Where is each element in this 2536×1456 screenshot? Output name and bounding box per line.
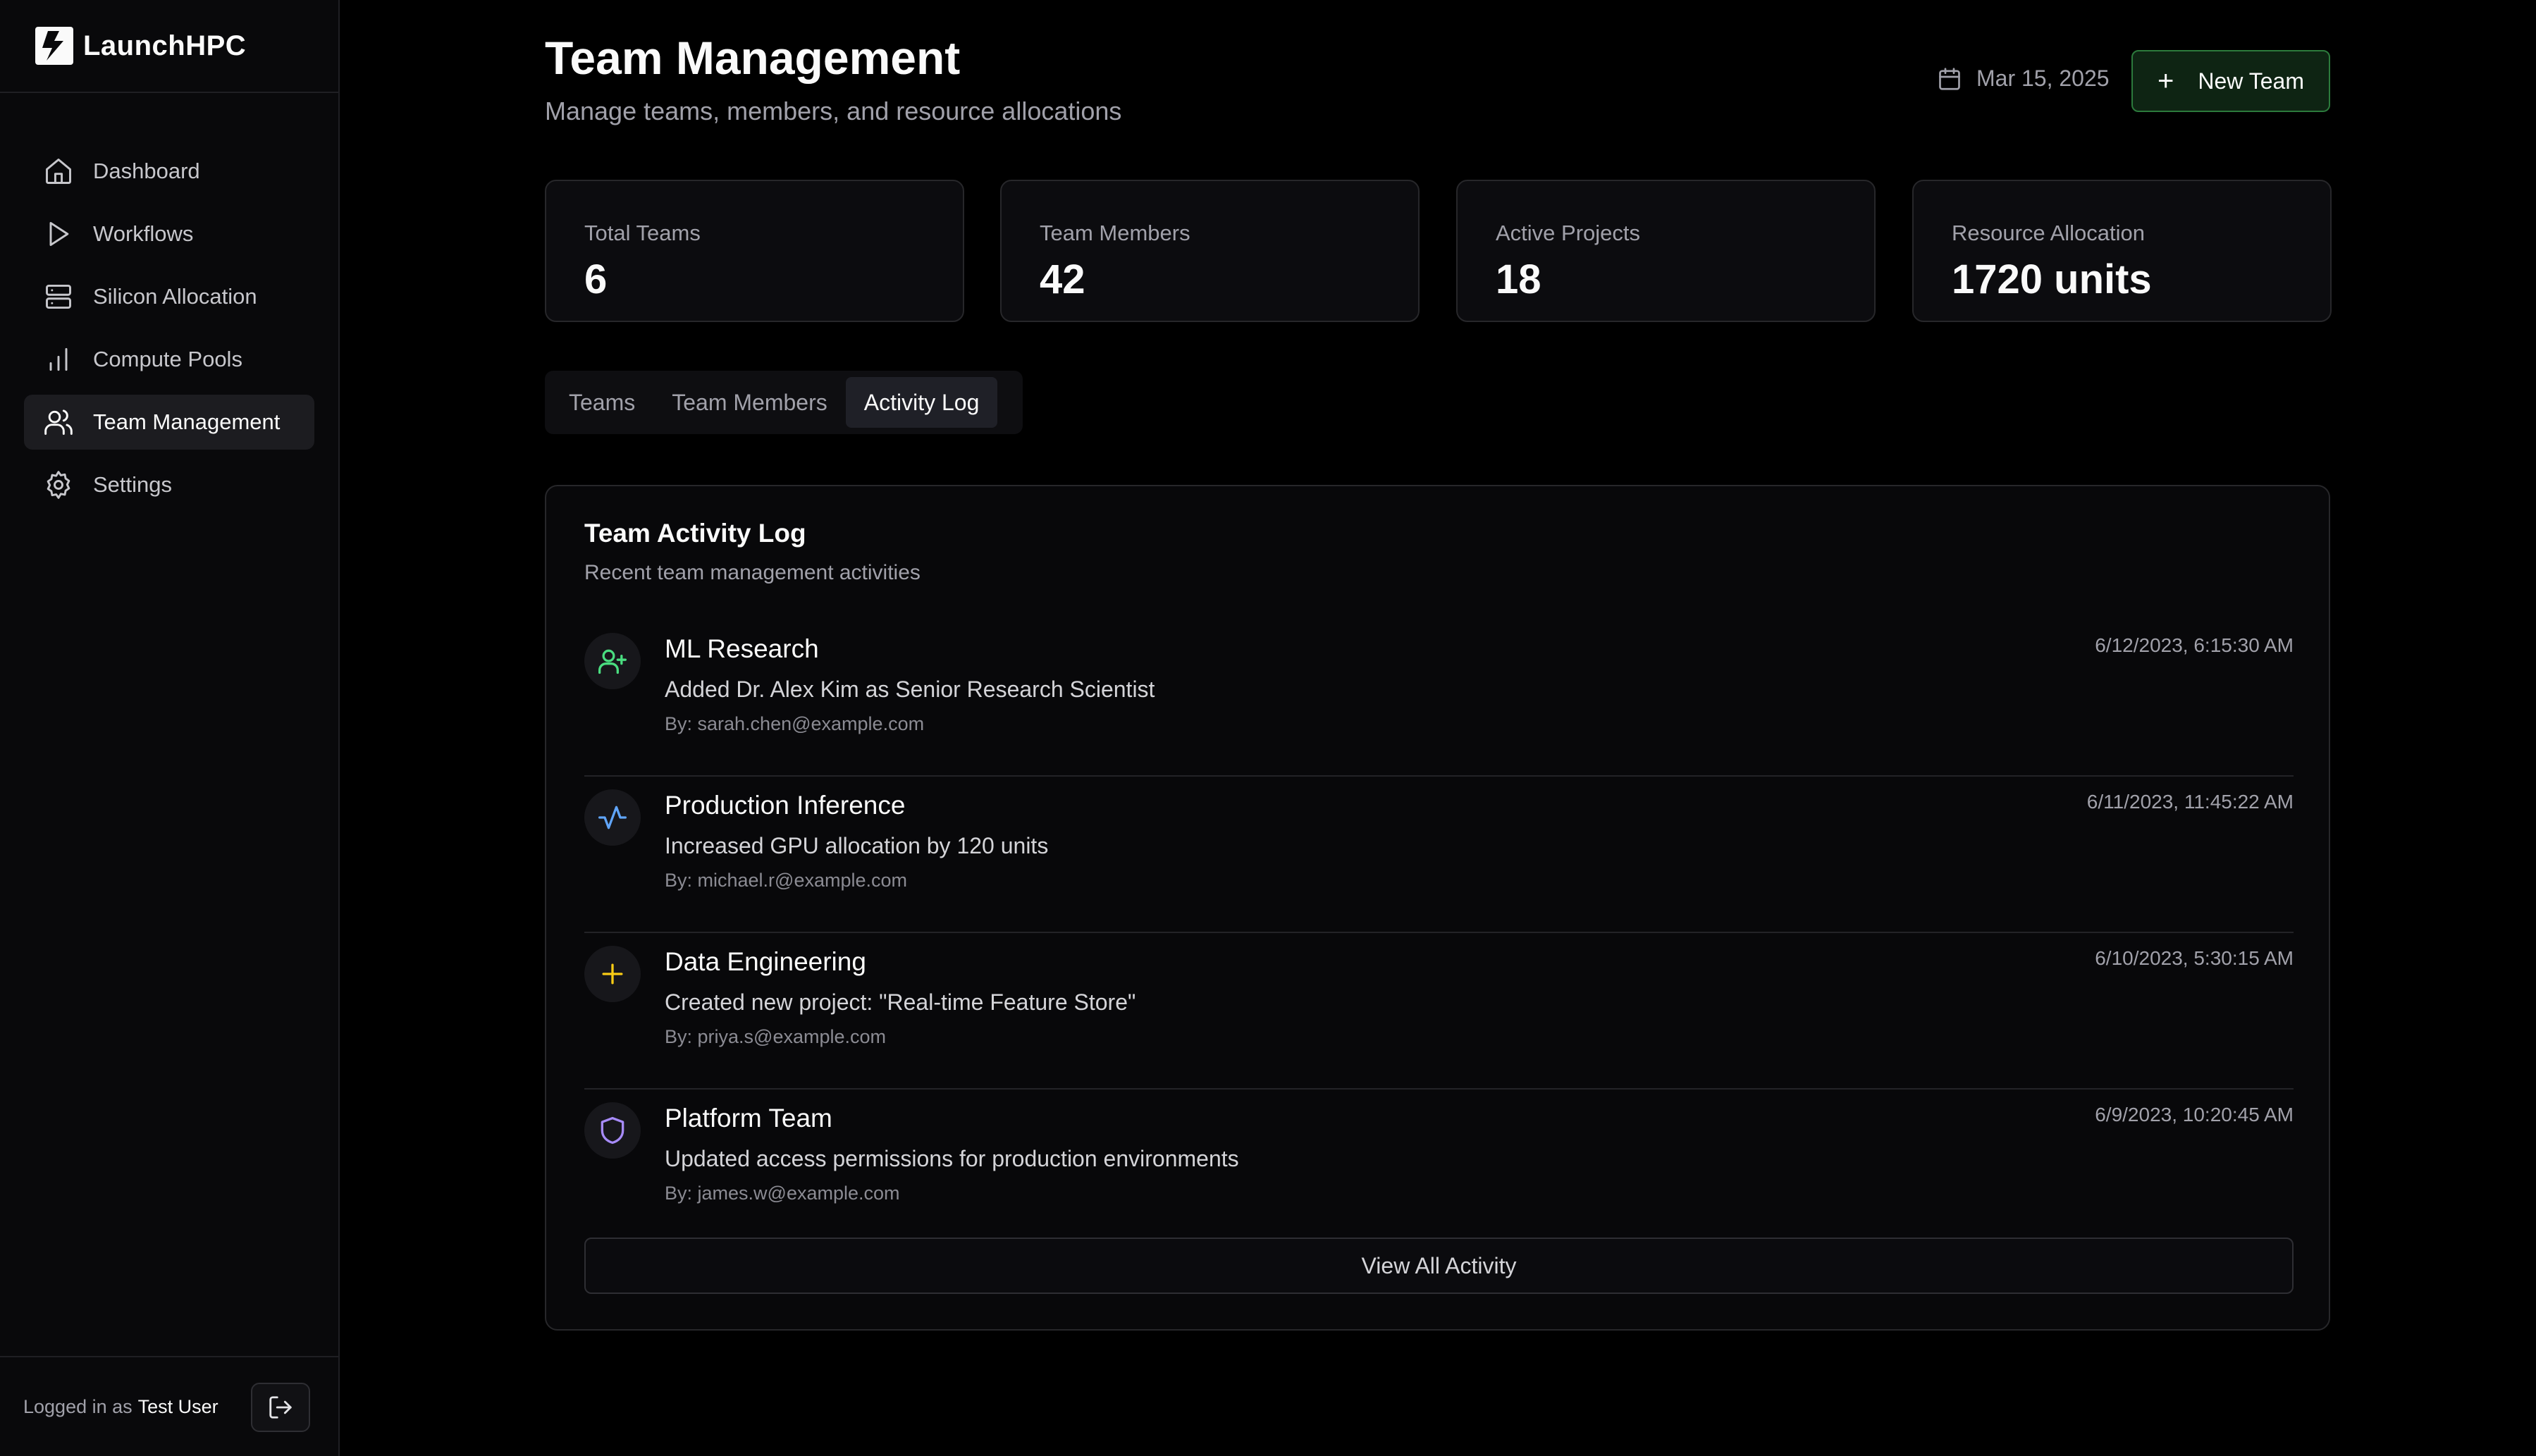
sidebar-item-dashboard[interactable]: Dashboard — [24, 144, 314, 199]
stat-label: Resource Allocation — [1952, 221, 2145, 245]
user-plus-icon — [598, 649, 627, 674]
sidebar-item-silicon-allocation[interactable]: Silicon Allocation — [24, 269, 314, 324]
sidebar-item-label: Workflows — [93, 221, 194, 246]
sidebar-item-label: Settings — [93, 472, 173, 497]
date-text: Mar 15, 2025 — [1976, 66, 2110, 91]
activity-avatar — [584, 1102, 641, 1159]
server-icon — [42, 280, 75, 313]
stat-value: 6 — [584, 257, 608, 302]
activity-author: By: james.w@example.com — [665, 1183, 900, 1204]
bar-chart-icon — [42, 343, 75, 376]
activity-log-title: Team Activity Log — [584, 519, 806, 548]
stat-card-team-members: Team Members 42 — [1000, 180, 1420, 322]
activity-timestamp: 6/9/2023, 10:20:45 AM — [2095, 1104, 2294, 1125]
sidebar: LaunchHPC Dashboard Workflows Silicon Al… — [0, 0, 340, 1456]
activity-timestamp: 6/10/2023, 5:30:15 AM — [2095, 947, 2294, 969]
activity-item[interactable]: Platform Team Updated access permissions… — [584, 1090, 2294, 1246]
logged-in-text: Logged in as Test User — [23, 1396, 218, 1418]
activity-avatar — [584, 946, 641, 1002]
activity-description: Updated access permissions for productio… — [665, 1146, 1239, 1171]
home-icon — [42, 155, 75, 187]
tab-bar: Teams Team Members Activity Log — [545, 371, 1023, 434]
launchhpc-logo-icon — [35, 27, 73, 65]
activity-avatar — [584, 633, 641, 689]
activity-description: Increased GPU allocation by 120 units — [665, 833, 1049, 858]
brand[interactable]: LaunchHPC — [0, 0, 338, 93]
tab-teams[interactable]: Teams — [550, 377, 653, 428]
activity-description: Created new project: "Real-time Feature … — [665, 989, 1136, 1015]
plus-icon: + — [2158, 66, 2174, 97]
sidebar-nav: Dashboard Workflows Silicon Allocation C… — [24, 144, 314, 520]
stat-card-active-projects: Active Projects 18 — [1456, 180, 1876, 322]
activity-timestamp: 6/11/2023, 11:45:22 AM — [2086, 791, 2294, 813]
logout-button[interactable] — [251, 1383, 310, 1432]
new-team-label: New Team — [2198, 68, 2304, 94]
brand-name: LaunchHPC — [83, 30, 247, 61]
shield-icon — [601, 1116, 624, 1145]
page-title: Team Management — [545, 32, 961, 84]
logged-in-user: Test User — [137, 1395, 218, 1417]
sidebar-item-label: Silicon Allocation — [93, 284, 257, 309]
activity-author: By: priya.s@example.com — [665, 1026, 887, 1047]
sidebar-item-team-management[interactable]: Team Management — [24, 395, 314, 450]
new-team-button[interactable]: + New Team — [2131, 50, 2330, 112]
stat-label: Total Teams — [584, 221, 701, 245]
date-display: Mar 15, 2025 — [1937, 66, 2110, 92]
sidebar-item-compute-pools[interactable]: Compute Pools — [24, 332, 314, 387]
activity-log-subtitle: Recent team management activities — [584, 561, 921, 584]
sidebar-item-settings[interactable]: Settings — [24, 457, 314, 512]
view-all-activity-button[interactable]: View All Activity — [584, 1238, 2294, 1294]
activity-log-card: Team Activity Log Recent team management… — [545, 485, 2330, 1331]
activity-team: Data Engineering — [665, 947, 866, 976]
sidebar-item-label: Compute Pools — [93, 347, 242, 371]
plus-icon — [602, 963, 623, 985]
logout-icon — [269, 1396, 292, 1419]
activity-team: ML Research — [665, 634, 819, 663]
activity-icon — [598, 806, 627, 829]
stat-card-total-teams: Total Teams 6 — [545, 180, 964, 322]
sidebar-footer: Logged in as Test User — [0, 1356, 338, 1456]
users-icon — [42, 406, 75, 438]
stat-label: Team Members — [1040, 221, 1190, 245]
play-icon — [42, 218, 75, 250]
stat-card-resource-allocation: Resource Allocation 1720 units — [1912, 180, 2332, 322]
tab-team-members[interactable]: Team Members — [653, 377, 846, 428]
stat-value: 1720 units — [1952, 257, 2152, 302]
activity-author: By: michael.r@example.com — [665, 870, 908, 891]
tab-activity-log[interactable]: Activity Log — [845, 377, 998, 428]
sidebar-item-label: Dashboard — [93, 159, 200, 183]
activity-description: Added Dr. Alex Kim as Senior Research Sc… — [665, 677, 1155, 702]
activity-team: Platform Team — [665, 1104, 832, 1133]
logged-in-prefix: Logged in as — [23, 1395, 133, 1417]
activity-item[interactable]: ML Research Added Dr. Alex Kim as Senior… — [584, 620, 2294, 777]
sidebar-item-workflows[interactable]: Workflows — [24, 206, 314, 261]
stat-value: 18 — [1496, 257, 1541, 302]
stat-label: Active Projects — [1496, 221, 1641, 245]
activity-avatar — [584, 789, 641, 846]
activity-author: By: sarah.chen@example.com — [665, 713, 925, 734]
activity-item[interactable]: Data Engineering Created new project: "R… — [584, 933, 2294, 1090]
activity-team: Production Inference — [665, 791, 906, 820]
page-subtitle: Manage teams, members, and resource allo… — [545, 97, 1122, 125]
gear-icon — [42, 469, 75, 501]
sidebar-item-label: Team Management — [93, 409, 281, 434]
stat-value: 42 — [1040, 257, 1085, 302]
activity-item[interactable]: Production Inference Increased GPU alloc… — [584, 777, 2294, 933]
activity-timestamp: 6/12/2023, 6:15:30 AM — [2095, 634, 2294, 656]
calendar-icon — [1939, 67, 1960, 90]
